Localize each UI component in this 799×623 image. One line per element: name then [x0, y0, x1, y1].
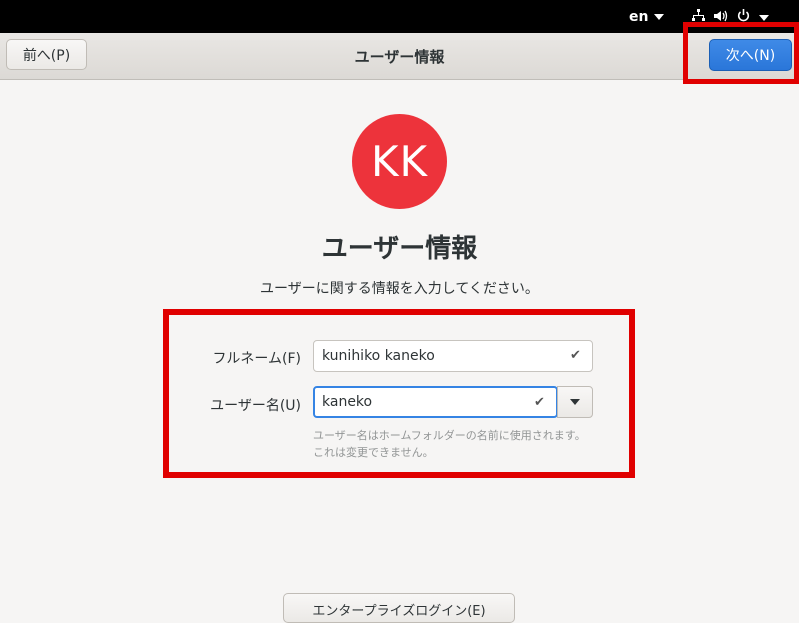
chevron-down-icon: [570, 399, 580, 405]
enterprise-login-button[interactable]: エンタープライズログイン(E): [283, 593, 515, 623]
check-icon: ✔: [570, 348, 581, 363]
check-icon: ✔: [534, 395, 545, 410]
fullname-label: フルネーム(F): [212, 351, 301, 367]
username-dropdown-button[interactable]: [557, 386, 593, 418]
username-label: ユーザー名(U): [210, 398, 301, 414]
page-title: ユーザー情報: [321, 234, 478, 264]
fullname-input[interactable]: kunihiko kaneko: [313, 340, 593, 372]
username-hint: ユーザー名はホームフォルダーの名前に使用されます。これは変更できません。: [313, 429, 586, 459]
username-input[interactable]: kaneko: [313, 386, 558, 418]
power-icon: [737, 9, 750, 26]
chevron-down-icon: [654, 14, 665, 20]
system-menu[interactable]: [692, 9, 769, 26]
top-bar: en: [0, 0, 799, 33]
avatar[interactable]: KK: [352, 114, 447, 209]
language-selector[interactable]: en: [629, 9, 665, 25]
page-subtitle: ユーザーに関する情報を入力してください。: [260, 281, 539, 297]
header-title: ユーザー情報: [354, 48, 445, 66]
language-label: en: [629, 9, 649, 25]
network-wired-icon: [692, 9, 705, 26]
speaker-volume-icon: [714, 10, 728, 26]
username-value: kaneko: [322, 394, 373, 410]
header-bar: 前へ(P) ユーザー情報 次へ(N): [0, 33, 799, 80]
chevron-down-icon: [759, 14, 769, 21]
next-button[interactable]: 次へ(N): [709, 39, 792, 71]
fullname-value: kunihiko kaneko: [322, 348, 435, 364]
